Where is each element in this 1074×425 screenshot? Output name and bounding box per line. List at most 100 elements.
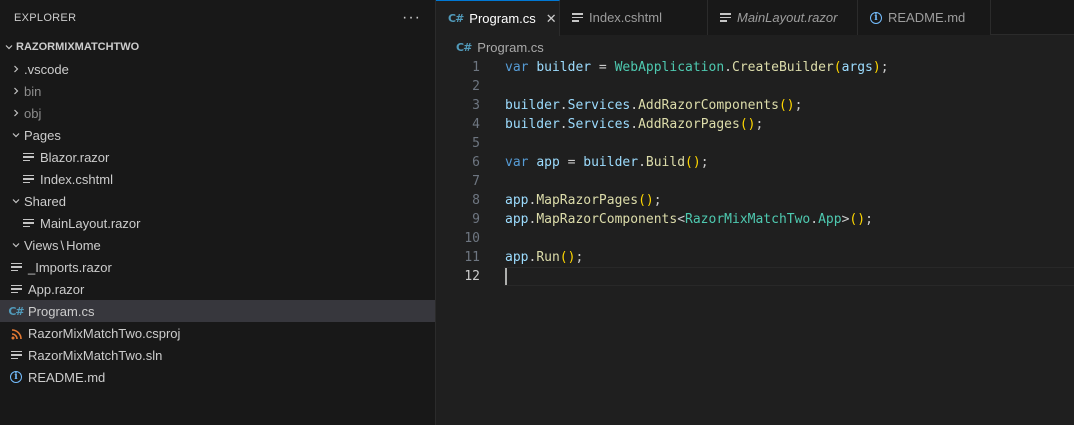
code-line[interactable]: 12 (436, 267, 1074, 286)
line-number: 12 (464, 269, 480, 284)
tab-readme-md[interactable]: i README.md (858, 0, 991, 35)
code-token: . (559, 98, 568, 113)
tree-file[interactable]: RazorMixMatchTwo.sln (0, 344, 435, 366)
tree-folder[interactable]: Pages (0, 124, 435, 146)
tab-label: Index.cshtml (589, 10, 662, 25)
tree-folder[interactable]: Views \ Home (0, 234, 435, 256)
csharp-icon: C# (8, 304, 24, 318)
code-line[interactable]: 7 (436, 172, 1074, 191)
code-token: . (630, 117, 639, 132)
tab-index-cshtml[interactable]: Index.cshtml (560, 0, 708, 35)
file-icon-slot (8, 350, 24, 360)
code-line[interactable]: 5 (436, 134, 1074, 153)
code-token: ; (755, 117, 764, 132)
tree-item-label: Views (24, 237, 59, 253)
code-text[interactable]: app.Run(); (480, 250, 583, 265)
tree-item-label: Home (66, 237, 101, 253)
code-token: () (559, 250, 576, 265)
code-text[interactable]: builder.Services.AddRazorComponents(); (480, 98, 802, 113)
line-number: 2 (472, 79, 480, 94)
code-token: () (739, 117, 756, 132)
code-token: app (505, 212, 529, 227)
tab-program-cs[interactable]: C# Program.cs ✕ (436, 0, 560, 36)
workspace-root[interactable]: RAZORMIXMATCHTWO (0, 36, 435, 58)
tree-folder[interactable]: obj (0, 102, 435, 124)
code-token: ; (700, 155, 709, 170)
lines-icon (22, 218, 34, 228)
line-number: 8 (472, 193, 480, 208)
lines-icon (10, 350, 22, 360)
tree-item-label: Index.cshtml (40, 171, 113, 187)
code-text[interactable] (480, 268, 507, 285)
code-token: . (559, 117, 568, 132)
code-line[interactable]: 2 (436, 77, 1074, 96)
lines-icon (10, 284, 22, 294)
rss-icon (11, 328, 22, 339)
tree-file[interactable]: Blazor.razor (0, 146, 435, 168)
tree-item-label: .vscode (24, 61, 69, 77)
code-line[interactable]: 9 app. MapRazorComponents<RazorMixMatchTwo… (436, 210, 1074, 229)
info-icon: i (10, 371, 22, 383)
code-line[interactable]: 10 (436, 229, 1074, 248)
line-number: 4 (472, 117, 480, 132)
code-token: < (677, 212, 686, 227)
code-line[interactable]: 11 app.Run(); (436, 248, 1074, 267)
line-number: 3 (472, 98, 480, 113)
code-token: Run (536, 250, 560, 265)
code-text[interactable]: app.MapRazorPages(); (480, 193, 662, 208)
code-line[interactable]: 6 var app = builder.Build(); (436, 153, 1074, 172)
tree-item-label: MainLayout.razor (40, 215, 141, 231)
file-icon-slot (20, 218, 36, 228)
tree-item-label: App.razor (28, 281, 85, 297)
code-token: WebApplication (614, 60, 725, 75)
code-token: ; (880, 60, 889, 75)
code-line[interactable]: 1 var builder = WebApplication.CreateBuil… (436, 58, 1074, 77)
code-line[interactable]: 3 builder.Services.AddRazorComponents(); (436, 96, 1074, 115)
info-icon: i (870, 11, 882, 24)
tree-folder[interactable]: .vscode (0, 58, 435, 80)
tree-file[interactable]: _Imports.razor (0, 256, 435, 278)
more-actions-icon[interactable]: ··· (402, 10, 421, 26)
line-number: 10 (464, 231, 480, 246)
tab-icon-slot: C# (448, 12, 464, 25)
tree-file[interactable]: C# Program.cs (0, 300, 435, 322)
tree-folder[interactable]: bin (0, 80, 435, 102)
tree-file[interactable]: RazorMixMatchTwo.csproj (0, 322, 435, 344)
line-number: 9 (472, 212, 480, 227)
tree-item-label: Pages (24, 127, 61, 143)
file-icon-slot: i (8, 371, 24, 383)
csharp-icon: C# (448, 12, 464, 25)
tree-folder[interactable]: Shared (0, 190, 435, 212)
breadcrumb-file[interactable]: Program.cs (477, 40, 543, 55)
code-text[interactable]: builder.Services.AddRazorPages(); (480, 117, 763, 132)
file-icon-slot (20, 152, 36, 162)
code-line[interactable]: 8 app.MapRazorPages(); (436, 191, 1074, 210)
chevron-down-icon (8, 240, 24, 250)
chevron-down-icon (2, 42, 16, 52)
line-number: 1 (472, 60, 480, 75)
code-text[interactable]: var app = builder.Build(); (480, 155, 709, 170)
csharp-icon: C# (456, 40, 472, 54)
tree-item-label: bin (24, 83, 42, 99)
tab-mainlayout-razor[interactable]: MainLayout.razor (708, 0, 858, 35)
code-text[interactable]: app.MapRazorComponents<RazorMixMatchTwo.… (480, 212, 873, 227)
code-token: app (505, 250, 529, 265)
code-token: builder (505, 117, 560, 132)
explorer-sidebar: EXPLORER ··· RAZORMIXMATCHTWO .vscode bin… (0, 0, 436, 425)
tab-icon-slot (720, 13, 731, 22)
close-icon[interactable]: ✕ (546, 11, 557, 27)
breadcrumb[interactable]: C# Program.cs (436, 36, 1074, 58)
tree-file[interactable]: Index.cshtml (0, 168, 435, 190)
code-token: = (559, 155, 584, 170)
code-text[interactable]: var builder = WebApplication.CreateBuild… (480, 60, 889, 75)
tab-label: Program.cs (469, 11, 536, 26)
lines-icon (572, 13, 583, 22)
code-editor[interactable]: 1 var builder = WebApplication.CreateBuil… (436, 58, 1074, 425)
code-token: Services (567, 98, 631, 113)
line-number: 6 (472, 155, 480, 170)
tree-file[interactable]: App.razor (0, 278, 435, 300)
code-token: () (849, 212, 866, 227)
code-line[interactable]: 4 builder.Services.AddRazorPages(); (436, 115, 1074, 134)
tree-file[interactable]: MainLayout.razor (0, 212, 435, 234)
tree-file[interactable]: i README.md (0, 366, 435, 388)
